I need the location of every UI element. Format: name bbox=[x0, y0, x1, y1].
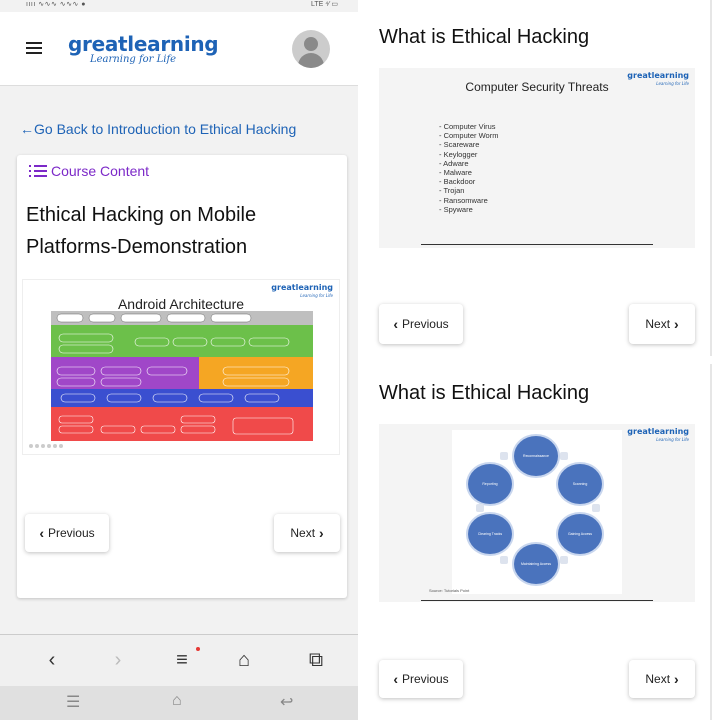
threat-item: Computer Worm bbox=[439, 131, 499, 140]
source-note: Source: Tutorials Point bbox=[429, 588, 470, 593]
threat-item: Trojan bbox=[439, 186, 498, 195]
threat-item: Spyware bbox=[439, 205, 498, 214]
greatlearning-logo[interactable]: greatlearning Learning for Life bbox=[68, 32, 219, 65]
previous-button[interactable]: ‹ Previous bbox=[379, 304, 463, 344]
lesson-panel-phases: What is Ethical Hacking greatlearning Lea… bbox=[370, 364, 712, 720]
threat-list: Computer VirusComputer WormScarewareKeyl… bbox=[439, 122, 498, 214]
lesson-card: Course Content Ethical Hacking on Mobile… bbox=[17, 155, 347, 598]
previous-button[interactable]: ‹ Previous bbox=[379, 660, 463, 698]
android-architecture-diagram bbox=[29, 311, 313, 448]
next-button[interactable]: Next › bbox=[274, 514, 340, 552]
phase-node: Reconnaissance bbox=[514, 436, 558, 476]
browser-tabs-icon[interactable]: ⧉ bbox=[304, 649, 328, 672]
system-back-icon[interactable]: ↩ bbox=[280, 692, 293, 712]
system-navigation-bar: ☰ ⌂ ↩ bbox=[0, 686, 358, 720]
browser-menu-icon[interactable]: ≡ bbox=[170, 649, 194, 672]
mobile-course-screen: ıııı ∿∿∿ ∿∿∿ ● LTE ⁴⁄ ▭ greatlearning Le… bbox=[0, 0, 358, 720]
recent-apps-icon[interactable]: ☰ bbox=[66, 692, 80, 712]
browser-home-icon[interactable]: ⌂ bbox=[232, 649, 256, 672]
phases-slide: greatlearning Learning for Life Reconnais… bbox=[379, 424, 695, 602]
threat-item: Computer Virus bbox=[439, 122, 498, 131]
user-avatar-icon[interactable] bbox=[292, 30, 330, 68]
threat-item: Adware bbox=[439, 159, 498, 168]
threat-item: Malware bbox=[439, 168, 498, 177]
threats-slide: greatlearning Learning for Life Computer … bbox=[379, 68, 695, 248]
phase-node: Gaining Access bbox=[558, 514, 602, 554]
phase-node: Maintaining Access bbox=[514, 544, 558, 584]
hacking-phases-diagram: Reconnaissance Scanning Gaining Access M… bbox=[452, 430, 622, 594]
screen-divider bbox=[358, 0, 370, 720]
notification-dot bbox=[196, 647, 200, 651]
course-content-link[interactable]: Course Content bbox=[29, 163, 149, 179]
lesson-title: Ethical Hacking on Mobile Platforms-Demo… bbox=[26, 204, 257, 258]
browser-toolbar: ‹ › ≡ ⌂ ⧉ bbox=[0, 634, 358, 686]
threat-item: Ransomware bbox=[439, 196, 498, 205]
status-left: ıııı ∿∿∿ ∿∿∿ ● bbox=[26, 1, 87, 8]
lesson-title: What is Ethical Hacking bbox=[379, 382, 590, 404]
browser-back-icon[interactable]: ‹ bbox=[40, 649, 64, 672]
phase-node: Reporting bbox=[468, 464, 512, 504]
list-icon bbox=[29, 164, 47, 178]
system-home-icon[interactable]: ⌂ bbox=[172, 692, 182, 710]
phase-node: Scanning bbox=[558, 464, 602, 504]
phase-node: Clearing Tracks bbox=[468, 514, 512, 554]
menu-icon[interactable] bbox=[26, 42, 42, 54]
screenshot-collage: ıııı ∿∿∿ ∿∿∿ ● LTE ⁴⁄ ▭ greatlearning Le… bbox=[0, 0, 720, 720]
app-header: greatlearning Learning for Life bbox=[0, 12, 358, 86]
lesson-panel-threats: What is Ethical Hacking greatlearning Lea… bbox=[370, 0, 712, 356]
status-bar: ıııı ∿∿∿ ∿∿∿ ● LTE ⁴⁄ ▭ bbox=[0, 0, 358, 12]
next-button[interactable]: Next › bbox=[629, 660, 695, 698]
logo-main-text: greatlearning bbox=[68, 32, 219, 56]
browser-forward-icon[interactable]: › bbox=[106, 649, 130, 672]
slide-rule bbox=[421, 244, 653, 245]
threat-item: Scareware bbox=[439, 140, 498, 149]
slide-rule bbox=[421, 600, 653, 601]
lesson-slide: greatlearning Learning for Life Android A… bbox=[22, 279, 340, 455]
slide-brand-logo: greatlearning Learning for Life bbox=[627, 427, 689, 443]
previous-button[interactable]: ‹ Previous bbox=[25, 514, 109, 552]
threat-item: Backdoor bbox=[439, 177, 498, 186]
back-to-course-link[interactable]: ←Go Back to Introduction to Ethical Hack… bbox=[20, 121, 296, 137]
course-content-label: Course Content bbox=[51, 163, 150, 179]
next-button[interactable]: Next › bbox=[629, 304, 695, 344]
slide-title: Computer Security Threats bbox=[465, 80, 609, 94]
threat-item: Keylogger bbox=[439, 150, 498, 159]
lesson-title: What is Ethical Hacking bbox=[379, 26, 590, 48]
status-right: LTE ⁴⁄ ▭ bbox=[311, 1, 338, 8]
